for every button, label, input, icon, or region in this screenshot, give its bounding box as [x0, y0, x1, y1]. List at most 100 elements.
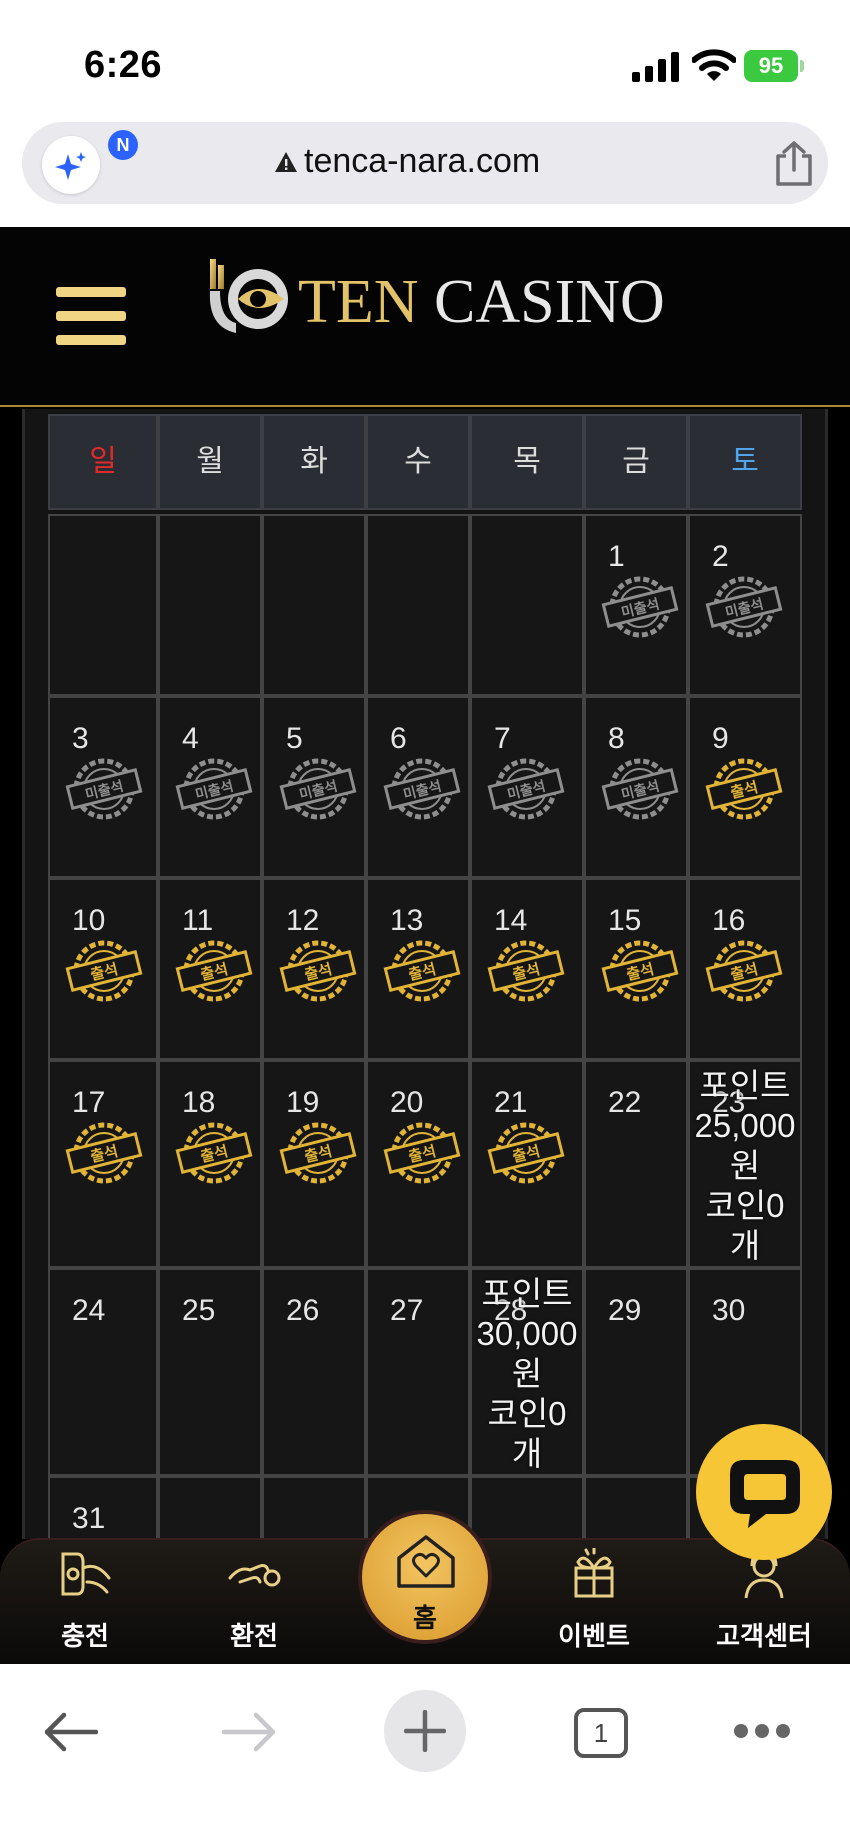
day-number: 31	[72, 1502, 106, 1535]
url-text[interactable]: tenca-nara.com	[304, 142, 540, 181]
attended-stamp-icon: 출석	[64, 1120, 144, 1186]
day-number: 27	[390, 1294, 424, 1327]
calendar-day-4[interactable]: 4 미출석	[158, 696, 262, 878]
day-number: 22	[608, 1086, 642, 1119]
calendar-day-24[interactable]: 24	[48, 1268, 158, 1476]
weekday-header: 토	[688, 414, 802, 510]
plus-icon	[404, 1710, 446, 1752]
battery-level: 95	[744, 50, 798, 82]
calendar-day-26[interactable]: 26	[262, 1268, 366, 1476]
calendar-empty-cell	[158, 514, 262, 696]
calendar-day-9[interactable]: 9 출석	[688, 696, 802, 878]
calendar-day-20[interactable]: 20 출석	[366, 1060, 470, 1268]
calendar-day-27[interactable]: 27	[366, 1268, 470, 1476]
calendar-day-16[interactable]: 16 출석	[688, 878, 802, 1060]
nav-charge[interactable]: 충전	[15, 1540, 155, 1666]
calendar-day-21[interactable]: 21 출석	[470, 1060, 584, 1268]
nav-home[interactable]: 홈	[358, 1510, 492, 1644]
reward-info: 포인트 25,000 원 코인0 개	[690, 1066, 800, 1266]
absent-stamp-icon: 미출석	[600, 574, 680, 640]
attended-stamp-icon: 출석	[486, 1120, 566, 1186]
calendar-day-3[interactable]: 3 미출석	[48, 696, 158, 878]
calendar-day-17[interactable]: 17 출석	[48, 1060, 158, 1268]
calendar-day-2[interactable]: 2 미출석	[688, 514, 802, 696]
new-tab-button[interactable]	[384, 1690, 466, 1772]
bottom-navigation: 충전 환전 홈 이벤트 고객센터	[0, 1510, 850, 1666]
day-number: 18	[182, 1086, 216, 1119]
address-bar[interactable]: N tenca-nara.com	[22, 122, 828, 204]
calendar-day-5[interactable]: 5 미출석	[262, 696, 366, 878]
reward-line: 포인트	[481, 1275, 573, 1312]
nav-event[interactable]: 이벤트	[524, 1540, 664, 1666]
attended-stamp-icon: 출석	[64, 938, 144, 1004]
calendar-day-25[interactable]: 25	[158, 1268, 262, 1476]
calendar-day-8[interactable]: 8 미출석	[584, 696, 688, 878]
calendar-day-10[interactable]: 10 출석	[48, 878, 158, 1060]
day-number: 16	[712, 904, 746, 937]
gift-icon	[574, 1548, 614, 1598]
tab-switcher-button[interactable]: 1	[574, 1708, 628, 1758]
calendar-day-11[interactable]: 11 출석	[158, 878, 262, 1060]
reward-line: 원	[511, 1355, 543, 1392]
calendar-day-18[interactable]: 18 출석	[158, 1060, 262, 1268]
calendar-empty-cell	[262, 514, 366, 696]
calendar-day-23[interactable]: 23 포인트 25,000 원 코인0 개	[688, 1060, 802, 1268]
calendar-day-22[interactable]: 22	[584, 1060, 688, 1268]
absent-stamp-icon: 미출석	[64, 756, 144, 822]
cellular-signal-icon	[632, 52, 679, 82]
day-number: 2	[712, 540, 729, 573]
nav-exchange[interactable]: 환전	[184, 1540, 324, 1666]
reward-line: 25,000	[694, 1107, 796, 1144]
weekday-header: 일	[48, 414, 158, 510]
day-number: 30	[712, 1294, 746, 1327]
calendar-day-29[interactable]: 29	[584, 1268, 688, 1476]
chat-bubble-icon	[730, 1460, 800, 1528]
absent-stamp-icon: 미출석	[382, 756, 462, 822]
day-number: 29	[608, 1294, 642, 1327]
attended-stamp-icon: 출석	[174, 938, 254, 1004]
battery-icon: 95	[744, 50, 804, 82]
deposit-icon	[61, 1552, 111, 1596]
warning-icon	[275, 152, 297, 172]
calendar-day-14[interactable]: 14 출석	[470, 878, 584, 1060]
day-number: 12	[286, 904, 320, 937]
attended-stamp-icon: 출석	[704, 938, 784, 1004]
browser-toolbar: 1	[0, 1664, 850, 1841]
calendar-day-12[interactable]: 12 출석	[262, 878, 366, 1060]
attended-stamp-icon: 출석	[704, 756, 784, 822]
site-logo-text[interactable]: TEN CASINO	[298, 267, 665, 338]
day-number: 10	[72, 904, 106, 937]
browser-address-area: N tenca-nara.com	[0, 122, 850, 227]
day-number: 8	[608, 722, 625, 755]
weekday-header: 월	[158, 414, 262, 510]
reward-line: 개	[729, 1227, 761, 1264]
nav-charge-label: 충전	[61, 1621, 109, 1651]
forward-arrow-icon[interactable]	[222, 1712, 276, 1752]
day-number: 9	[712, 722, 729, 755]
more-options-icon[interactable]	[734, 1724, 790, 1740]
weekday-header: 화	[262, 414, 366, 510]
calendar-day-19[interactable]: 19 출석	[262, 1060, 366, 1268]
hamburger-menu-icon[interactable]	[56, 287, 126, 347]
day-number: 3	[72, 722, 89, 755]
back-arrow-icon[interactable]	[44, 1712, 98, 1752]
ai-assistant-button[interactable]: N	[42, 130, 138, 194]
calendar-day-13[interactable]: 13 출석	[366, 878, 470, 1060]
share-icon[interactable]	[772, 140, 816, 188]
day-number: 7	[494, 722, 511, 755]
status-bar: 6:26 95	[0, 0, 850, 122]
calendar-day-1[interactable]: 1 미출석	[584, 514, 688, 696]
live-chat-button[interactable]	[696, 1424, 832, 1560]
calendar-day-15[interactable]: 15 출석	[584, 878, 688, 1060]
calendar-day-28[interactable]: 28 포인트 30,000 원 코인0 개	[470, 1268, 584, 1476]
reward-line: 코인0	[487, 1395, 567, 1432]
calendar-day-7[interactable]: 7 미출석	[470, 696, 584, 878]
sparkle-icon	[55, 152, 86, 180]
logo-casino: CASINO	[434, 268, 665, 336]
calendar-empty-cell	[470, 514, 584, 696]
attended-stamp-icon: 출석	[382, 938, 462, 1004]
calendar-day-6[interactable]: 6 미출석	[366, 696, 470, 878]
absent-stamp-icon: 미출석	[600, 756, 680, 822]
day-number: 26	[286, 1294, 320, 1327]
attended-stamp-icon: 출석	[486, 938, 566, 1004]
